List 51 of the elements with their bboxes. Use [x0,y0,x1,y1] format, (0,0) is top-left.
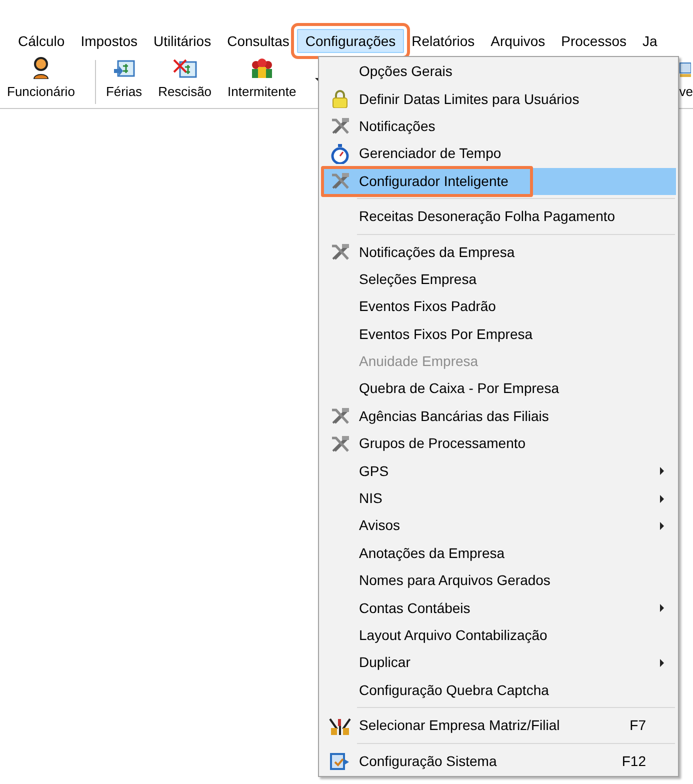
menu-item[interactable]: Selecionar Empresa Matriz/Filial F7 [321,712,676,740]
menu-item[interactable]: Anotações da Empresa [321,540,676,568]
menu-item[interactable]: Eventos Fixos Padrão [321,293,676,321]
menu-item[interactable]: Definir Datas Limites para Usuários [321,85,676,113]
menu-item[interactable]: Opções Gerais [321,58,676,86]
menu-bar-item[interactable]: Utilitários [146,28,220,52]
menu-item[interactable]: Configuração Sistema F12 [321,747,676,775]
buildings-icon [329,716,351,735]
menu-item[interactable]: Avisos [321,512,676,540]
menu-bar-item[interactable]: Relatórios [404,28,483,52]
tools-icon [330,117,350,136]
menu-item[interactable]: Gerenciador de Tempo [321,140,676,168]
tools-icon [330,407,350,426]
menu-item[interactable]: Quebra de Caixa - Por Empresa [321,375,676,403]
padlock-icon [332,90,348,108]
tools-icon [330,172,350,190]
tools-icon [330,243,350,262]
menu-bar-item[interactable]: Consultas [219,28,298,52]
toolbar-button[interactable]: Rescisão [155,56,215,101]
toolbar-button[interactable]: Funcionário [4,56,78,101]
toolbar-button[interactable]: Férias [102,56,146,101]
menu-item[interactable]: Eventos Fixos Por Empresa [321,320,676,348]
money-note-icon [113,58,135,78]
menu-bar-item[interactable]: Processos [553,28,634,52]
window-check-icon [330,752,350,770]
menu-item[interactable]: Configuração Quebra Captcha [321,676,676,704]
menu-item[interactable]: Duplicar [321,649,676,677]
menu-item[interactable]: Contas Contábeis [321,594,676,622]
menu-item[interactable]: Seleções Empresa [321,266,676,294]
monitor-icon [679,60,692,78]
menu-bar-item[interactable]: Arquivos [482,28,554,52]
menu-item[interactable]: Receitas Desoneração Folha Pagamento [321,202,676,230]
menu-item[interactable]: Nomes para Arquivos Gerados [321,567,676,594]
menu-item[interactable]: GPS [321,457,676,485]
menu-item[interactable]: Notificações [321,112,676,140]
menu-item[interactable]: NIS [321,484,676,512]
menu-item[interactable]: Layout Arquivo Contabilização [321,622,676,650]
toolbar-button[interactable]: ve [679,56,693,101]
stopwatch-icon [331,144,349,164]
money-note-cross-icon [172,58,197,78]
menu-bar-item[interactable]: Cálculo [10,28,73,52]
menu-bar-item[interactable]: Ja [634,28,666,52]
person-icon [32,56,50,78]
menu-item[interactable]: Agências Bancárias das Filiais [321,402,676,430]
tools-icon [330,434,350,453]
toolbar-button[interactable]: Intermitente [224,56,300,101]
menu-item[interactable]: Grupos de Processamento [321,430,676,458]
menu-item[interactable]: Notificações da Empresa [321,238,676,266]
menu-item[interactable]: Configurador Inteligente [321,168,676,195]
menu-bar-item[interactable]: Impostos [72,28,146,52]
people-icon [250,56,274,78]
